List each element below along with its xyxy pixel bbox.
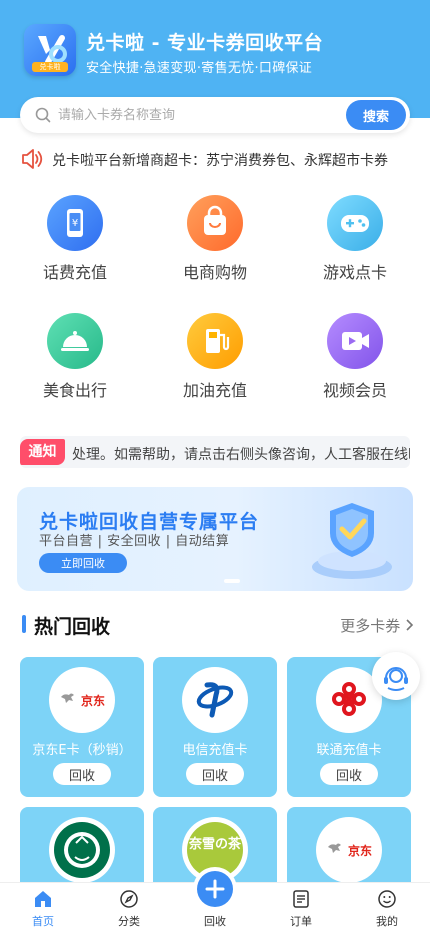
search-icon	[35, 107, 51, 123]
promo-banner[interactable]: 兑卡啦回收自营专属平台 平台自营 | 安全回收 | 自动结算 立即回收	[17, 487, 413, 591]
category-shopping[interactable]: 电商购物	[160, 195, 270, 283]
jd-logo: 京东	[49, 667, 115, 733]
compass-icon	[120, 890, 138, 908]
category-phone-topup[interactable]: ¥ 话费充值	[20, 195, 130, 283]
customer-service-button[interactable]	[372, 652, 420, 700]
category-game-card[interactable]: 游戏点卡	[300, 195, 410, 283]
more-cards-label: 更多卡券	[340, 617, 401, 635]
tab-label: 我的	[376, 915, 398, 928]
video-icon	[327, 313, 383, 369]
chevron-right-icon	[406, 619, 414, 631]
shield-illustration-icon	[312, 503, 392, 579]
search-button[interactable]: 搜索	[346, 100, 406, 130]
category-label: 电商购物	[182, 263, 247, 282]
category-label: 话费充值	[42, 263, 107, 282]
tab-home[interactable]: 首页	[0, 883, 86, 932]
category-video-vip[interactable]: 视频会员	[300, 313, 410, 401]
announcement-text: 兑卡啦平台新增商超卡：苏宁消费券包、永辉超市卡券	[52, 153, 388, 169]
notification-tag: 通知	[20, 439, 65, 465]
jd-logo: 京东	[316, 817, 382, 883]
tab-label: 首页	[32, 915, 54, 928]
hot-recycle-header: 热门回收 更多卡券	[22, 612, 414, 638]
notification-bar[interactable]: 处理。如需帮助，请点击右侧头像咨询，人工客服在线时间 通知	[20, 436, 410, 468]
speaker-icon	[22, 149, 43, 169]
tab-label: 分类	[118, 915, 140, 928]
app-title: 兑卡啦 - 专业卡券回收平台	[86, 32, 324, 54]
svg-text:奈雪の茶: 奈雪の茶	[188, 836, 242, 852]
svg-text:京东: 京东	[348, 843, 372, 858]
fuel-pump-icon	[187, 313, 243, 369]
announcement-bar[interactable]: 兑卡啦平台新增商超卡：苏宁消费券包、永辉超市卡券	[20, 146, 410, 172]
recycle-button[interactable]: 回收	[186, 763, 244, 785]
section-accent-bar	[22, 615, 26, 633]
home-icon	[35, 891, 51, 907]
tab-mine[interactable]: 我的	[344, 883, 430, 932]
shopping-bag-icon	[187, 195, 243, 251]
recycle-button[interactable]: 回收	[53, 763, 111, 785]
tab-label: 回收	[204, 915, 226, 928]
svg-text:¥: ¥	[72, 218, 78, 229]
category-label: 美食出行	[42, 381, 107, 400]
recycle-plus-button[interactable]	[197, 871, 233, 907]
banner-recycle-button[interactable]: 立即回收	[39, 553, 127, 573]
phone-icon: ¥	[47, 195, 103, 251]
tab-category[interactable]: 分类	[86, 883, 172, 932]
category-fuel-topup[interactable]: 加油充值	[160, 313, 270, 401]
hot-card-jd[interactable]: 京东 京东E卡（秒销） 回收	[20, 657, 144, 797]
section-title: 热门回收	[34, 616, 111, 638]
notification-text: 处理。如需帮助，请点击右侧头像咨询，人工客服在线时间	[72, 447, 410, 463]
recycle-button[interactable]: 回收	[320, 763, 378, 785]
tab-orders[interactable]: 订单	[258, 883, 344, 932]
category-label: 游戏点卡	[322, 263, 387, 282]
banner-indicator[interactable]	[224, 579, 240, 583]
china-telecom-logo	[182, 667, 248, 733]
card-name: 电信充值卡	[182, 743, 248, 758]
tab-label: 订单	[290, 915, 312, 928]
category-label: 加油充值	[182, 381, 247, 400]
banner-subtitle: 平台自营 | 安全回收 | 自动结算	[39, 534, 230, 549]
card-name: 京东E卡（秒销）	[32, 743, 132, 758]
headset-icon	[384, 667, 408, 691]
search-input[interactable]	[58, 97, 328, 133]
food-cloche-icon	[47, 313, 103, 369]
order-list-icon	[293, 890, 309, 908]
plus-icon	[205, 879, 225, 899]
logo-badge: 兑卡啦	[32, 62, 68, 72]
hot-card-telecom[interactable]: 电信充值卡 回收	[153, 657, 277, 797]
gamepad-icon	[327, 195, 383, 251]
more-cards-link[interactable]: 更多卡券	[340, 615, 414, 636]
search-bar: 搜索	[20, 97, 410, 133]
smile-icon	[378, 890, 396, 908]
category-label: 视频会员	[322, 381, 387, 400]
svg-text:京东: 京东	[81, 693, 105, 708]
app-logo: 兑卡啦	[24, 24, 76, 76]
category-food-travel[interactable]: 美食出行	[20, 313, 130, 401]
starbucks-logo	[49, 817, 115, 883]
card-name: 联通充值卡	[316, 743, 382, 758]
app-subtitle: 安全快捷·急速变现·寄售无忧·口碑保证	[86, 61, 313, 76]
